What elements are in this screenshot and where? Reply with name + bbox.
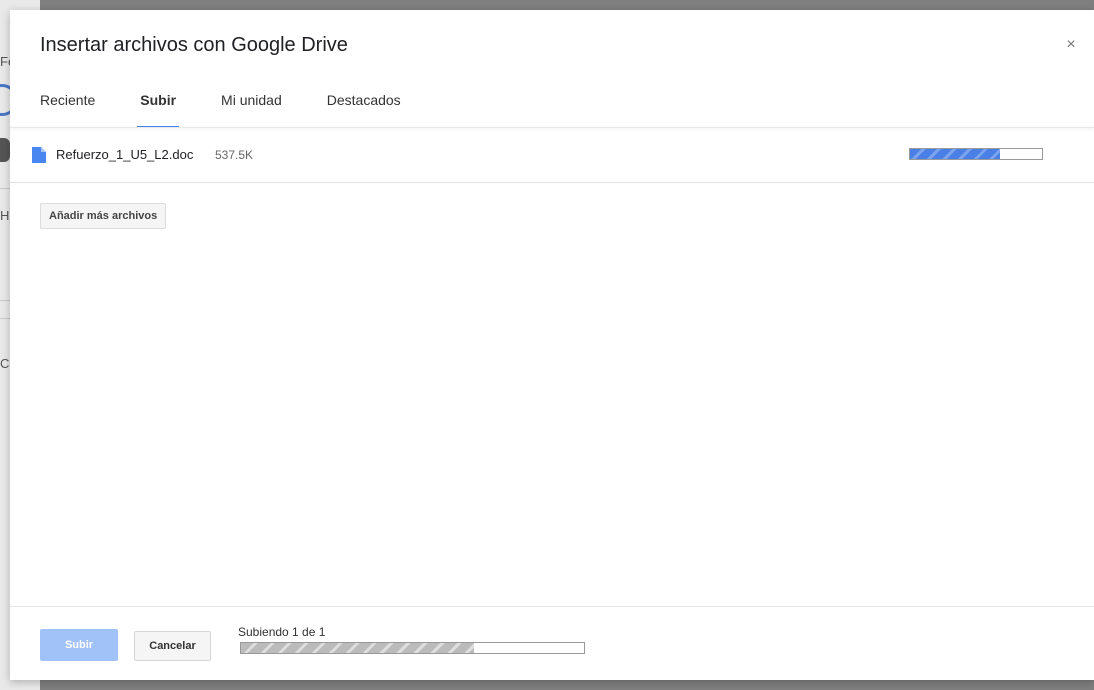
- file-size: 537.5K: [215, 148, 254, 162]
- total-progress-fill: [241, 643, 475, 653]
- file-progress-fill: [910, 149, 1000, 159]
- file-progress-bar: [909, 148, 1043, 160]
- background-avatar: [0, 138, 10, 162]
- upload-file-row: Refuerzo_1_U5_L2.doc 537.5K: [10, 138, 1094, 183]
- dialog-title: Insertar archivos con Google Drive: [40, 34, 348, 56]
- tab-starred[interactable]: Destacados: [327, 88, 401, 128]
- upload-status-text: Subiendo 1 de 1: [238, 625, 326, 639]
- add-more-files-button[interactable]: Añadir más archivos: [40, 203, 167, 229]
- close-icon[interactable]: ×: [1062, 36, 1080, 54]
- doc-file-icon: [32, 147, 46, 163]
- tab-my-drive[interactable]: Mi unidad: [221, 88, 282, 128]
- footer-divider: [10, 606, 1094, 607]
- tab-upload[interactable]: Subir: [137, 88, 179, 128]
- total-progress-bar: [240, 642, 585, 654]
- tab-bar: Reciente Subir Mi unidad Destacados: [40, 88, 446, 128]
- file-name: Refuerzo_1_U5_L2.doc: [56, 147, 194, 162]
- tabs-divider: [10, 127, 1094, 128]
- tab-recent[interactable]: Reciente: [40, 88, 95, 128]
- cancel-button[interactable]: Cancelar: [134, 631, 211, 661]
- upload-button[interactable]: Subir: [40, 629, 118, 661]
- insert-files-dialog: Insertar archivos con Google Drive × Rec…: [10, 10, 1094, 680]
